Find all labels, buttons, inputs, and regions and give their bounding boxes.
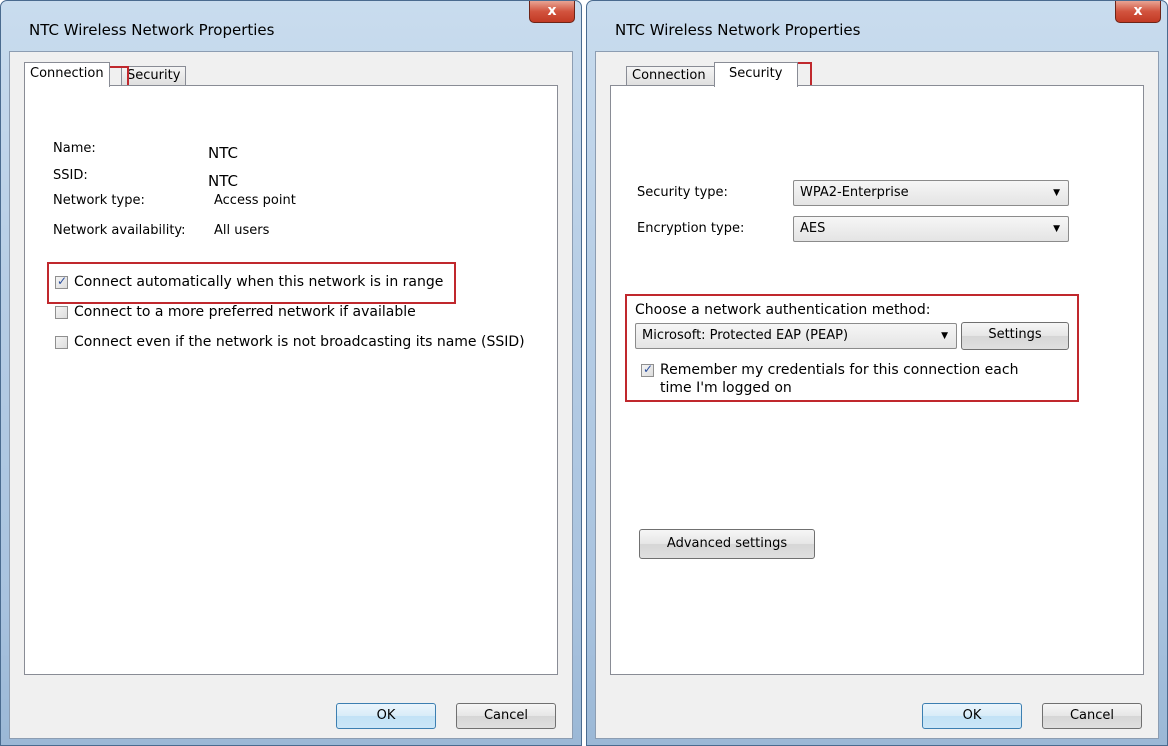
advanced-settings-button[interactable]: Advanced settings [639,529,815,559]
network-type-value: Access point [214,193,296,208]
auto-connect-label: Connect automatically when this network … [74,274,444,290]
auth-method-dropdown[interactable]: Microsoft: Protected EAP (PEAP) ▼ [635,323,957,349]
name-value: NTC [208,144,238,162]
remember-credentials-checkbox[interactable] [641,362,654,377]
left-properties-window: NTC Wireless Network Properties x Connec… [0,0,582,746]
left-connection-panel: Name: NTC SSID: NTC Network type: Access… [24,85,558,675]
preferred-network-label: Connect to a more preferred network if a… [74,304,416,320]
left-ok-button[interactable]: OK [336,703,436,729]
name-label: Name: [53,141,96,156]
right-cancel-button[interactable]: Cancel [1042,703,1142,729]
remember-credentials-row[interactable]: Remember my credentials for this connect… [641,362,1018,382]
left-window-title: NTC Wireless Network Properties [29,21,275,39]
security-type-dropdown[interactable]: WPA2-Enterprise ▼ [793,180,1069,206]
preferred-network-row[interactable]: Connect to a more preferred network if a… [55,304,416,324]
network-availability-label: Network availability: [53,223,186,238]
network-availability-value: All users [214,223,270,238]
auto-connect-checkbox[interactable] [55,274,68,289]
ssid-value: NTC [208,172,238,190]
auth-method-chevron-down-icon: ▼ [941,331,948,341]
left-dialog-body: Connection Security Name: NTC SSID: NTC … [9,51,573,739]
auth-method-value: Microsoft: Protected EAP (PEAP) [642,328,849,343]
network-type-label: Network type: [53,193,145,208]
remember-credentials-label-line2: time I'm logged on [660,380,792,396]
right-properties-window: NTC Wireless Network Properties x Connec… [586,0,1168,746]
security-type-label: Security type: [637,185,728,200]
encryption-type-label: Encryption type: [637,221,745,236]
left-title-bar: NTC Wireless Network Properties x [1,1,581,57]
hidden-ssid-row[interactable]: Connect even if the network is not broad… [55,334,525,354]
hidden-ssid-checkbox[interactable] [55,335,68,349]
right-security-panel: Security type: WPA2-Enterprise ▼ Encrypt… [610,85,1144,675]
encryption-type-chevron-down-icon: ▼ [1053,224,1060,234]
right-tab-security[interactable]: Security [714,62,798,87]
left-tab-security[interactable]: Security [121,66,187,86]
preferred-network-checkbox[interactable] [55,305,68,319]
right-window-title: NTC Wireless Network Properties [615,21,861,39]
right-title-bar: NTC Wireless Network Properties x [587,1,1167,57]
security-type-chevron-down-icon: ▼ [1053,188,1060,198]
right-dialog-body: Connection Security Security type: WPA2-… [595,51,1159,739]
right-close-icon[interactable]: x [1115,1,1161,23]
right-tab-connection[interactable]: Connection [626,66,716,86]
ssid-label: SSID: [53,168,88,183]
left-close-icon[interactable]: x [529,1,575,23]
encryption-type-dropdown[interactable]: AES ▼ [793,216,1069,242]
left-cancel-button[interactable]: Cancel [456,703,556,729]
hidden-ssid-label: Connect even if the network is not broad… [74,334,525,350]
settings-button[interactable]: Settings [961,322,1069,350]
left-tab-connection[interactable]: Connection [24,62,110,87]
security-type-value: WPA2-Enterprise [800,185,909,200]
encryption-type-value: AES [800,221,826,236]
auth-method-label: Choose a network authentication method: [635,302,931,318]
auto-connect-row[interactable]: Connect automatically when this network … [55,274,443,294]
right-ok-button[interactable]: OK [922,703,1022,729]
remember-credentials-label-line1: Remember my credentials for this connect… [660,362,1019,378]
